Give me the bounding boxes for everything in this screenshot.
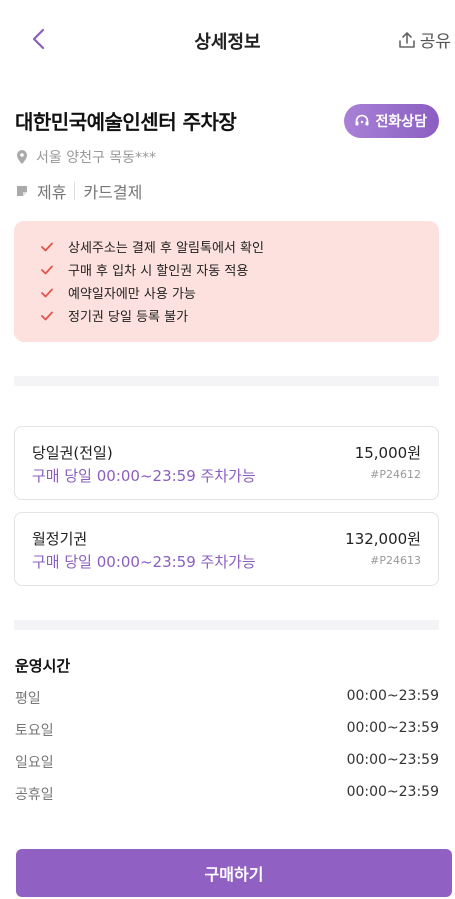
call-consult-label: 전화상담	[375, 114, 427, 130]
hours-row: 토요일 00:00~23:59	[15, 720, 439, 742]
lot-name: 대한민국예술인센터 주차장	[15, 110, 237, 134]
notice-text: 구매 후 입차 시 할인권 자동 적용	[68, 264, 249, 279]
notice-item: 상세주소는 결제 후 알림톡에서 확인	[40, 235, 439, 258]
notice-text: 상세주소는 결제 후 알림톡에서 확인	[68, 241, 264, 256]
share-label: 공유	[419, 32, 451, 52]
hours-row: 평일 00:00~23:59	[15, 688, 439, 710]
hours-title: 운영시간	[15, 657, 71, 675]
hours-time: 00:00~23:59	[346, 784, 439, 800]
hours-day: 일요일	[15, 755, 54, 771]
ticket-card-daily[interactable]: 당일권(전일) 15,000원 구매 당일 00:00~23:59 주차가능 #…	[14, 426, 439, 500]
call-consult-button[interactable]: 전화상담	[344, 104, 439, 138]
header-bar: 상세정보 공유	[0, 0, 455, 78]
section-divider	[14, 620, 439, 630]
notice-item: 구매 후 입차 시 할인권 자동 적용	[40, 258, 439, 281]
hours-day: 평일	[15, 691, 41, 707]
tag-partner: 제휴	[37, 183, 67, 202]
page-title: 상세정보	[194, 32, 261, 53]
share-icon	[398, 31, 415, 48]
ticket-code: #P24613	[370, 554, 421, 567]
ticket-name: 월정기권	[32, 530, 88, 548]
hours-time: 00:00~23:59	[346, 720, 439, 736]
buy-button[interactable]: 구매하기	[16, 849, 452, 897]
check-icon	[41, 242, 53, 251]
section-divider	[14, 376, 439, 386]
ticket-price: 15,000원	[354, 444, 421, 462]
note-icon	[17, 186, 27, 196]
hours-day: 토요일	[15, 723, 54, 739]
check-icon	[41, 311, 53, 320]
hours-row: 일요일 00:00~23:59	[15, 752, 439, 774]
notice-item: 정기권 당일 등록 불가	[40, 304, 439, 327]
ticket-time: 구매 당일 00:00~23:59 주차가능	[32, 467, 256, 485]
address-row: 서울 양천구 목동***	[15, 147, 156, 167]
hours-time: 00:00~23:59	[346, 752, 439, 768]
hours-time: 00:00~23:59	[346, 688, 439, 704]
notice-text: 정기권 당일 등록 불가	[68, 310, 189, 325]
ticket-time: 구매 당일 00:00~23:59 주차가능	[32, 553, 256, 571]
check-icon	[41, 288, 53, 297]
tags-row: 제휴 카드결제	[15, 179, 142, 203]
tag-divider	[74, 182, 76, 200]
share-button[interactable]: 공유	[397, 27, 451, 52]
tag-card-payment: 카드결제	[83, 183, 143, 202]
lot-title-row: 대한민국예술인센터 주차장 전화상담	[15, 104, 439, 138]
hours-row: 공휴일 00:00~23:59	[15, 784, 439, 806]
notice-item: 예약일자에만 사용 가능	[40, 281, 439, 304]
headset-icon	[355, 114, 369, 126]
ticket-name: 당일권(전일)	[32, 444, 113, 462]
hours-day: 공휴일	[15, 787, 54, 803]
ticket-code: #P24612	[370, 468, 421, 481]
notice-box: 상세주소는 결제 후 알림톡에서 확인 구매 후 입차 시 할인권 자동 적용 …	[14, 221, 439, 342]
address-text: 서울 양천구 목동***	[36, 150, 157, 166]
ticket-price: 132,000원	[345, 530, 421, 548]
notice-text: 예약일자에만 사용 가능	[68, 287, 196, 302]
check-icon	[41, 265, 53, 274]
location-pin-icon	[17, 150, 27, 164]
ticket-card-monthly[interactable]: 월정기권 132,000원 구매 당일 00:00~23:59 주차가능 #P2…	[14, 512, 439, 586]
